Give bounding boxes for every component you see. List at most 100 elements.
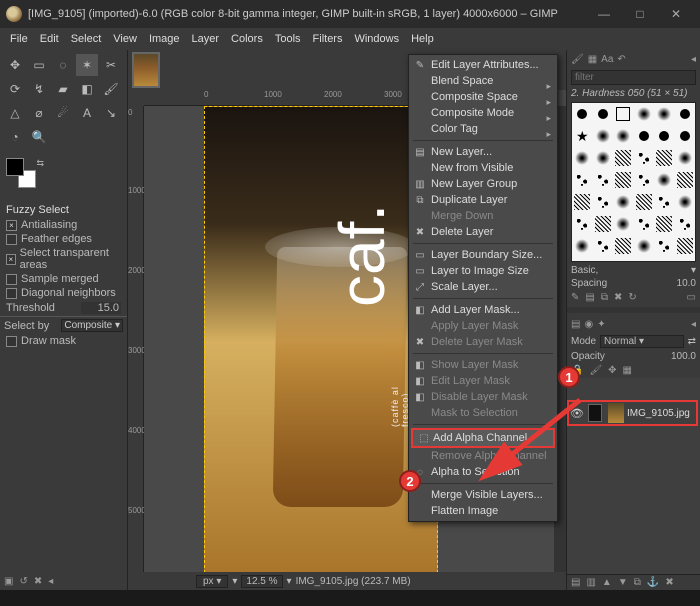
layers-tab-icon[interactable]: ▤ [571,319,580,330]
menu-select[interactable]: Select [65,33,108,45]
ctx-new-layer[interactable]: ▤New Layer... [409,144,557,160]
brush-edit-icon[interactable]: ✎ [571,292,579,303]
fonts-tab-icon[interactable]: Aa [601,54,613,65]
window-minimize-button[interactable]: — [586,3,622,25]
fg-color-swatch[interactable] [6,158,24,176]
image-tab[interactable] [132,52,160,88]
brush-new-icon[interactable]: ▤ [585,292,594,303]
zoom-level[interactable]: 12.5 % [241,575,282,588]
checkbox-icon[interactable] [6,274,17,285]
ctx-scale-layer[interactable]: ⤢Scale Layer... [409,279,557,295]
checkbox-icon[interactable] [6,288,17,299]
lock-alpha-icon[interactable]: ▦ [623,365,632,376]
menu-tools[interactable]: Tools [269,33,307,45]
opt-diagonal-neighbors[interactable]: Diagonal neighbors [0,286,127,300]
window-maximize-button[interactable]: □ [622,3,658,25]
tool-brush-icon[interactable]: 🖌 [100,78,122,100]
layer-new-icon[interactable]: ▤ [571,577,580,588]
footer-icon[interactable]: ↺ [19,576,27,587]
unit-dropdown[interactable]: px ▾ [196,575,228,588]
menu-file[interactable]: File [4,33,34,45]
ctx-layer-to-image-size[interactable]: ▭Layer to Image Size [409,263,557,279]
opt-antialiasing[interactable]: ×Antialiasing [0,218,127,232]
ctx-color-tag[interactable]: Color Tag [409,121,557,137]
menu-edit[interactable]: Edit [34,33,65,45]
layer-mode-row[interactable]: Mode Normal ▾ ⇄ [567,333,700,350]
tool-gradient-icon[interactable]: ◧ [76,78,98,100]
tool-color-picker-icon[interactable]: ◔ [4,126,26,148]
layer-thumb[interactable] [608,403,624,423]
layer-opacity-row[interactable]: Opacity100.0 [567,350,700,363]
tool-free-select-icon[interactable]: ◌ [52,54,74,76]
footer-icon[interactable]: ◂ [48,576,53,587]
zoom-out-icon[interactable]: ▾ [232,576,237,587]
tool-clone-icon[interactable]: ⌀ [28,102,50,124]
menu-windows[interactable]: Windows [348,33,405,45]
tool-path-icon[interactable]: ↘ [100,102,122,124]
layer-name[interactable]: IMG_9105.jpg [627,408,690,419]
zoom-in-icon[interactable]: ▾ [287,576,292,587]
tool-bucket-icon[interactable]: ▰ [52,78,74,100]
tool-transform-icon[interactable]: ⟳ [4,78,26,100]
image-canvas[interactable]: caf. (caffè al fresco) [204,106,438,572]
menu-layer[interactable]: Layer [186,33,226,45]
footer-icon[interactable]: ✖ [34,576,42,587]
menu-image[interactable]: Image [143,33,186,45]
brush-open-icon[interactable]: ▭ [687,292,696,303]
brush-spacing-row[interactable]: Spacing10.0 [567,277,700,290]
tool-text-icon[interactable]: A [76,102,98,124]
brush-preset-row[interactable]: Basic,▾ [567,264,700,277]
ctx-new-from-visible[interactable]: New from Visible [409,160,557,176]
history-tab-icon[interactable]: ↶ [617,54,625,65]
brush-del-icon[interactable]: ✖ [614,292,622,303]
opt-draw-mask[interactable]: Draw mask [0,334,127,348]
tool-warp-icon[interactable]: ↯ [28,78,50,100]
tool-smudge-icon[interactable]: ☄ [52,102,74,124]
menu-filters[interactable]: Filters [307,33,349,45]
layer-up-icon[interactable]: ▲ [602,577,612,588]
threshold-value[interactable]: 15.0 [81,302,121,314]
dock-menu-icon[interactable]: ◂ [691,319,696,330]
opt-select-transparent[interactable]: ×Select transparent areas [0,246,127,272]
tool-eraser-icon[interactable]: △ [4,102,26,124]
ctx-flatten-image[interactable]: Flatten Image [409,503,557,519]
channels-tab-icon[interactable]: ◉ [584,319,593,330]
ctx-edit-layer-attributes[interactable]: ✎Edit Layer Attributes... [409,57,557,73]
ctx-new-layer-group[interactable]: ▥New Layer Group [409,176,557,192]
lock-move-icon[interactable]: ✥ [608,365,616,376]
opt-select-by[interactable]: Select by Composite ▾ [0,316,127,334]
ctx-layer-boundary-size[interactable]: ▭Layer Boundary Size... [409,247,557,263]
ctx-composite-mode[interactable]: Composite Mode [409,105,557,121]
opt-sample-merged[interactable]: Sample merged [0,272,127,286]
layer-group-icon[interactable]: ▥ [586,577,595,588]
ctx-blend-space[interactable]: Blend Space [409,73,557,89]
ctx-composite-space[interactable]: Composite Space [409,89,557,105]
brush-refresh-icon[interactable]: ↻ [628,292,636,303]
checkbox-icon[interactable]: × [6,254,16,265]
tool-crop-icon[interactable]: ✂ [100,54,122,76]
select-by-dropdown[interactable]: Composite ▾ [61,319,123,332]
footer-icon[interactable]: ▣ [4,576,13,587]
dock-menu-icon[interactable]: ◂ [691,54,696,65]
spacing-value[interactable]: 10.0 [677,278,696,289]
mode-switch-icon[interactable]: ⇄ [688,336,696,347]
checkbox-icon[interactable] [6,234,17,245]
brushes-tab-icon[interactable]: 🖌 [571,54,584,65]
brush-dup-icon[interactable]: ⧉ [601,292,608,303]
patterns-tab-icon[interactable]: ▦ [588,54,597,65]
window-close-button[interactable]: ✕ [658,3,694,25]
brush-filter-input[interactable]: filter [571,70,696,85]
fg-bg-swatch[interactable]: ⇆ [6,158,46,194]
tool-fuzzy-select-icon[interactable]: ✶ [76,54,98,76]
layer-del-icon[interactable]: ✖ [665,577,673,588]
ctx-delete-layer[interactable]: ✖Delete Layer [409,224,557,240]
ctx-duplicate-layer[interactable]: ⧉Duplicate Layer [409,192,557,208]
menu-help[interactable]: Help [405,33,440,45]
layer-down-icon[interactable]: ▼ [618,577,628,588]
checkbox-icon[interactable] [6,336,17,347]
tool-rect-select-icon[interactable]: ▭ [28,54,50,76]
opt-feather-edges[interactable]: Feather edges [0,232,127,246]
brush-grid[interactable] [571,102,696,262]
menu-colors[interactable]: Colors [225,33,269,45]
layer-dup-icon[interactable]: ⧉ [634,577,641,588]
